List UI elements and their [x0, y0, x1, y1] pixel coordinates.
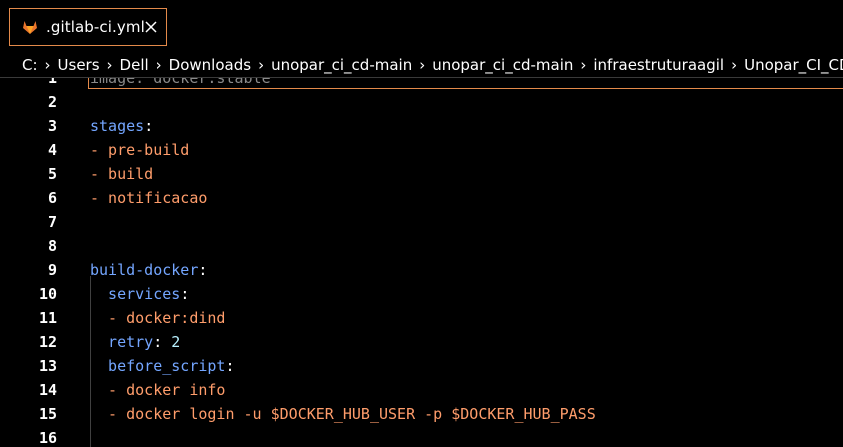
code-token: build-docker	[90, 261, 199, 279]
line-code: - docker:dind	[90, 306, 225, 330]
line-number: 2	[47, 93, 57, 111]
line-number: 15	[38, 405, 57, 423]
code-line[interactable]: 4 - pre-build	[0, 138, 843, 162]
code-line[interactable]: 15 - docker login -u $DOCKER_HUB_USER -p…	[0, 402, 843, 426]
line-code: retry: 2	[90, 330, 180, 354]
line-number: 7	[47, 213, 57, 231]
line-code: - pre-build	[90, 138, 189, 162]
breadcrumb-drive[interactable]: C:	[22, 56, 38, 74]
code-line[interactable]: 6 - notificacao	[0, 186, 843, 210]
chevron-right-icon: ›	[44, 55, 51, 74]
breadcrumb-downloads[interactable]: Downloads	[169, 56, 251, 74]
tab-title: .gitlab-ci.yml	[46, 18, 145, 36]
code-token: stages	[90, 117, 145, 135]
line-number: 1	[47, 78, 57, 87]
code-line[interactable]: 2	[0, 90, 843, 114]
code-line[interactable]: 3 stages:	[0, 114, 843, 138]
breadcrumb-unopar-ci-cd[interactable]: Unopar_CI_CD	[744, 56, 843, 74]
code-token: :	[153, 333, 172, 351]
tab-bar: .gitlab-ci.yml	[0, 0, 843, 52]
code-line[interactable]: 7	[0, 210, 843, 234]
line-number: 14	[38, 381, 57, 399]
line-number: 12	[38, 333, 57, 351]
close-icon[interactable]	[144, 19, 158, 33]
code-line[interactable]: 11 - docker:dind	[0, 306, 843, 330]
line-number: 3	[47, 117, 57, 135]
code-token: - notificacao	[90, 189, 208, 207]
chevron-right-icon: ›	[258, 55, 265, 74]
code-token: :	[225, 357, 235, 375]
code-token: retry	[90, 333, 154, 351]
code-line[interactable]: 1 image: docker:stable	[0, 78, 843, 90]
line-number: 5	[47, 165, 57, 183]
code-token: - docker info	[90, 381, 226, 399]
gitlab-icon	[22, 19, 38, 35]
tab-gitlab-ci[interactable]: .gitlab-ci.yml	[9, 8, 167, 46]
code-token: :	[144, 117, 154, 135]
chevron-right-icon: ›	[106, 55, 113, 74]
code-line[interactable]: 13 before_script:	[0, 354, 843, 378]
line-code: - notificacao	[90, 186, 207, 210]
line-number: 8	[47, 237, 57, 255]
code-line[interactable]: 8	[0, 234, 843, 258]
line-code: build-docker:	[90, 258, 207, 282]
line-number: 9	[47, 261, 57, 279]
chevron-right-icon: ›	[155, 55, 162, 74]
code-token: - docker:dind	[90, 309, 226, 327]
code-editor[interactable]: 1 image: docker:stable 2 3 stages: 4 - pre-bui…	[0, 78, 843, 447]
line-code: stages:	[90, 114, 153, 138]
breadcrumb-dell[interactable]: Dell	[120, 56, 149, 74]
line-number: 6	[47, 189, 57, 207]
code-token: image: docker:stable	[90, 78, 271, 87]
line-code: - docker login -u $DOCKER_HUB_USER -p $D…	[90, 402, 596, 426]
line-code: - build	[90, 162, 153, 186]
line-number: 10	[38, 285, 57, 303]
code-line[interactable]: 9 build-docker:	[0, 258, 843, 282]
line-code: image: docker:stable	[90, 78, 271, 90]
code-line[interactable]: 5 - build	[0, 162, 843, 186]
code-token: services	[90, 285, 181, 303]
code-token: 2	[171, 333, 181, 351]
breadcrumb: C: › Users › Dell › Downloads › unopar_c…	[0, 52, 843, 78]
line-code: - docker info	[90, 378, 225, 402]
code-line[interactable]: 12 retry: 2	[0, 330, 843, 354]
code-token: :	[180, 285, 190, 303]
code-line[interactable]: 16	[0, 426, 843, 447]
line-code: before_script:	[90, 354, 235, 378]
chevron-right-icon: ›	[580, 55, 587, 74]
code-token: - build	[90, 165, 154, 183]
line-code: services:	[90, 282, 189, 306]
code-token: - docker login -u $DOCKER_HUB_USER -p $D…	[90, 405, 596, 423]
line-number: 13	[38, 357, 57, 375]
code-line[interactable]: 10 services:	[0, 282, 843, 306]
line-number: 11	[38, 309, 57, 327]
breadcrumb-unopar-2[interactable]: unopar_ci_cd-main	[432, 56, 573, 74]
chevron-right-icon: ›	[419, 55, 426, 74]
code-line[interactable]: 14 - docker info	[0, 378, 843, 402]
breadcrumb-infra[interactable]: infraestruturaagil	[593, 56, 724, 74]
breadcrumb-users[interactable]: Users	[58, 56, 100, 74]
line-number: 16	[38, 429, 57, 447]
code-token: - pre-build	[90, 141, 190, 159]
breadcrumb-unopar-1[interactable]: unopar_ci_cd-main	[271, 56, 412, 74]
line-number: 4	[47, 141, 57, 159]
code-token: :	[198, 261, 208, 279]
code-token: before_script	[90, 357, 226, 375]
chevron-right-icon: ›	[731, 55, 738, 74]
